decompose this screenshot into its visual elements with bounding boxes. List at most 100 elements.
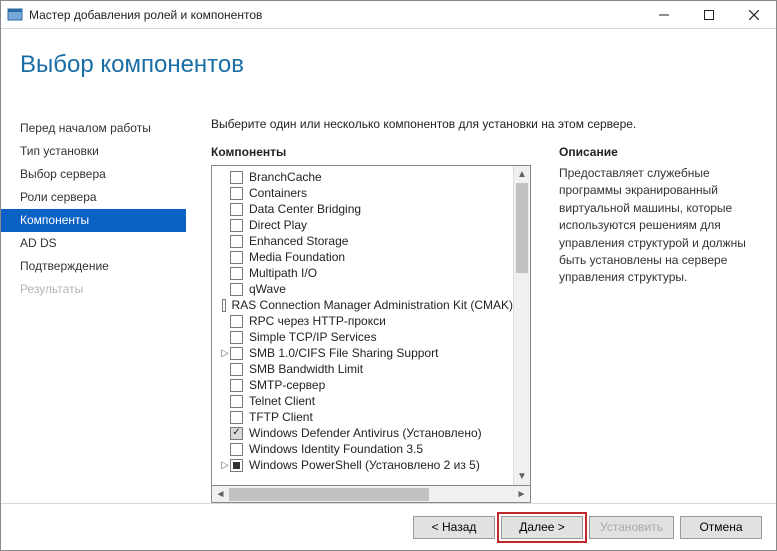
feature-row[interactable]: Media Foundation (212, 249, 513, 265)
hscroll-thumb[interactable] (229, 488, 429, 501)
feature-checkbox[interactable] (230, 331, 243, 344)
hscroll-track[interactable] (229, 488, 513, 501)
feature-checkbox[interactable] (230, 363, 243, 376)
features-list: BranchCache Containers Data Center Bridgin… (212, 166, 513, 485)
footer: < Назад Далее > Установить Отмена (1, 503, 776, 550)
feature-row[interactable]: Multipath I/O (212, 265, 513, 281)
sidebar: Перед началом работыТип установкиВыбор с… (1, 105, 186, 503)
feature-row[interactable]: Containers (212, 185, 513, 201)
feature-label: Windows Identity Foundation 3.5 (249, 442, 423, 456)
feature-checkbox[interactable] (230, 283, 243, 296)
description-heading: Описание (559, 145, 754, 159)
feature-label: qWave (249, 282, 286, 296)
feature-label: Containers (249, 186, 307, 200)
window-title: Мастер добавления ролей и компонентов (29, 8, 641, 22)
app-icon (7, 7, 23, 23)
feature-label: Direct Play (249, 218, 307, 232)
titlebar: Мастер добавления ролей и компонентов (1, 1, 776, 29)
header-area: Выбор компонентов (1, 29, 776, 105)
feature-label: SMB Bandwidth Limit (249, 362, 363, 376)
feature-label: Simple TCP/IP Services (249, 330, 377, 344)
feature-checkbox[interactable] (230, 395, 243, 408)
minimize-button[interactable] (641, 1, 686, 29)
feature-row[interactable]: ▷ Windows PowerShell (Установлено 2 из 5) (212, 457, 513, 473)
maximize-button[interactable] (686, 1, 731, 29)
feature-checkbox[interactable] (230, 379, 243, 392)
feature-row[interactable]: RPC через HTTP-прокси (212, 313, 513, 329)
page-title: Выбор компонентов (20, 51, 776, 79)
sidebar-item-7: Результаты (1, 278, 186, 301)
sidebar-item-0[interactable]: Перед началом работы (1, 117, 186, 140)
scroll-down-arrow-icon[interactable]: ▼ (514, 468, 530, 485)
feature-label: SMTP-сервер (249, 378, 325, 392)
content: Выберите один или несколько компонентов … (186, 105, 776, 503)
expander-icon[interactable]: ▷ (220, 348, 230, 359)
feature-checkbox[interactable] (230, 347, 243, 360)
scroll-thumb[interactable] (516, 183, 528, 273)
sidebar-item-6[interactable]: Подтверждение (1, 255, 186, 278)
feature-label: Enhanced Storage (249, 234, 348, 248)
back-button[interactable]: < Назад (413, 516, 495, 539)
feature-checkbox[interactable] (230, 187, 243, 200)
feature-label: Multipath I/O (249, 266, 317, 280)
next-button[interactable]: Далее > (501, 516, 583, 539)
expander-icon[interactable]: ▷ (220, 460, 230, 471)
feature-row[interactable]: Simple TCP/IP Services (212, 329, 513, 345)
intro-text: Выберите один или несколько компонентов … (211, 117, 754, 131)
feature-checkbox[interactable] (222, 299, 226, 312)
feature-row[interactable]: TFTP Client (212, 409, 513, 425)
feature-label: Windows Defender Antivirus (Установлено) (249, 426, 482, 440)
vertical-scrollbar[interactable]: ▲ ▼ (513, 166, 530, 485)
scroll-left-arrow-icon[interactable]: ◄ (212, 489, 229, 500)
feature-label: Windows PowerShell (Установлено 2 из 5) (249, 458, 480, 472)
scroll-right-arrow-icon[interactable]: ► (513, 489, 530, 500)
feature-checkbox[interactable] (230, 171, 243, 184)
columns: Компоненты BranchCache Containers Data Cen… (211, 145, 754, 503)
cancel-button[interactable]: Отмена (680, 516, 762, 539)
feature-row[interactable]: ▷ SMB 1.0/CIFS File Sharing Support (212, 345, 513, 361)
feature-row[interactable]: BranchCache (212, 169, 513, 185)
feature-label: TFTP Client (249, 410, 313, 424)
feature-row[interactable]: ✓ Windows Defender Antivirus (Установлено… (212, 425, 513, 441)
sidebar-item-3[interactable]: Роли сервера (1, 186, 186, 209)
features-listbox[interactable]: BranchCache Containers Data Center Bridgin… (211, 165, 531, 486)
feature-row[interactable]: SMTP-сервер (212, 377, 513, 393)
feature-row[interactable]: RAS Connection Manager Administration Ki… (212, 297, 513, 313)
feature-checkbox[interactable] (230, 267, 243, 280)
sidebar-item-5[interactable]: AD DS (1, 232, 186, 255)
feature-checkbox[interactable] (230, 411, 243, 424)
close-button[interactable] (731, 1, 776, 29)
feature-row[interactable]: Direct Play (212, 217, 513, 233)
sidebar-item-2[interactable]: Выбор сервера (1, 163, 186, 186)
feature-checkbox[interactable]: ✓ (230, 427, 243, 440)
feature-label: RAS Connection Manager Administration Ki… (232, 298, 513, 312)
description-column: Описание Предоставляет служебные програм… (559, 145, 754, 503)
scroll-up-arrow-icon[interactable]: ▲ (514, 166, 530, 183)
horizontal-scrollbar[interactable]: ◄ ► (211, 486, 531, 503)
feature-label: Data Center Bridging (249, 202, 361, 216)
feature-row[interactable]: qWave (212, 281, 513, 297)
feature-row[interactable]: Data Center Bridging (212, 201, 513, 217)
feature-checkbox[interactable] (230, 251, 243, 264)
feature-checkbox[interactable] (230, 219, 243, 232)
feature-checkbox[interactable] (230, 459, 243, 472)
body: Перед началом работыТип установкиВыбор с… (1, 105, 776, 503)
feature-checkbox[interactable] (230, 443, 243, 456)
feature-label: SMB 1.0/CIFS File Sharing Support (249, 346, 438, 360)
feature-checkbox[interactable] (230, 203, 243, 216)
wizard-window: Мастер добавления ролей и компонентов Вы… (0, 0, 777, 551)
description-text: Предоставляет служебные программы экрани… (559, 165, 754, 287)
feature-label: BranchCache (249, 170, 322, 184)
feature-checkbox[interactable] (230, 235, 243, 248)
feature-row[interactable]: Windows Identity Foundation 3.5 (212, 441, 513, 457)
sidebar-item-4[interactable]: Компоненты (1, 209, 186, 232)
feature-checkbox[interactable] (230, 315, 243, 328)
install-button[interactable]: Установить (589, 516, 674, 539)
sidebar-item-1[interactable]: Тип установки (1, 140, 186, 163)
window-controls (641, 1, 776, 29)
feature-row[interactable]: Telnet Client (212, 393, 513, 409)
feature-row[interactable]: Enhanced Storage (212, 233, 513, 249)
feature-label: RPC через HTTP-прокси (249, 314, 386, 328)
features-heading: Компоненты (211, 145, 531, 159)
feature-row[interactable]: SMB Bandwidth Limit (212, 361, 513, 377)
